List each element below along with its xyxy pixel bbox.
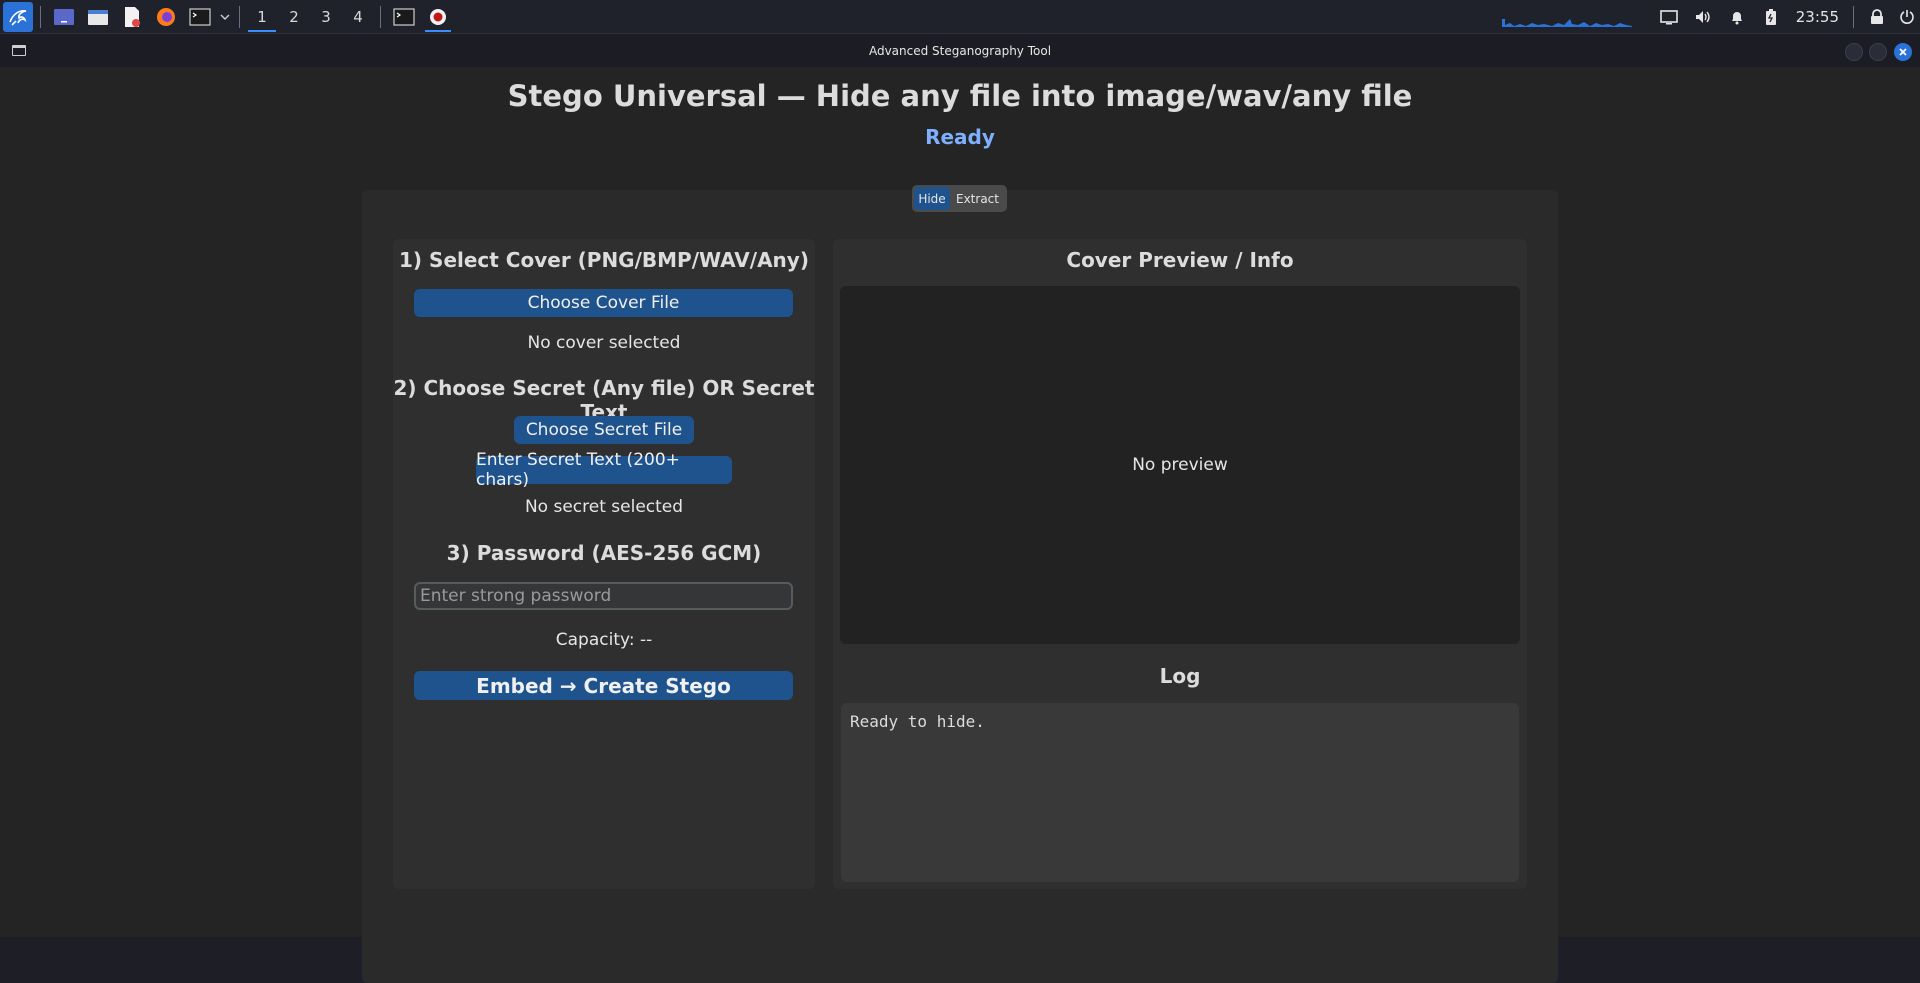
log-textbox[interactable]: Ready to hide.: [841, 703, 1519, 882]
terminal-icon[interactable]: [183, 0, 217, 34]
volume-icon[interactable]: [1686, 0, 1720, 34]
close-button[interactable]: [1894, 43, 1912, 61]
preview-placeholder: No preview: [1132, 455, 1228, 475]
secret-status: No secret selected: [524, 497, 684, 517]
logout-icon[interactable]: [1894, 0, 1920, 34]
notification-bell-icon[interactable]: [1720, 0, 1754, 34]
enter-secret-text-button[interactable]: Enter Secret Text (200+ chars): [476, 450, 732, 490]
maximize-button[interactable]: [1869, 43, 1887, 61]
file-manager-icon[interactable]: [81, 0, 115, 34]
status-label: Ready: [925, 125, 995, 149]
show-desktop-icon[interactable]: [47, 0, 81, 34]
task-terminal[interactable]: [387, 0, 421, 34]
app-menu-button[interactable]: [0, 0, 34, 34]
workspace-3[interactable]: 3: [310, 0, 342, 34]
kali-dragon-icon: [3, 1, 33, 32]
cover-preview-box: No preview: [840, 286, 1520, 644]
mode-segmented-control[interactable]: Hide Extract: [912, 185, 1007, 212]
display-icon[interactable]: [1652, 0, 1686, 34]
workspace-2[interactable]: 2: [278, 0, 310, 34]
cpu-graph: [1501, 7, 1632, 27]
taskbar: 1 2 3 4 23:55: [0, 0, 1920, 34]
chevron-down-icon[interactable]: [217, 0, 233, 34]
close-icon: [1899, 48, 1907, 56]
taskbar-separator: [40, 5, 41, 28]
window-title: Advanced Steganography Tool: [868, 44, 1052, 58]
lock-icon[interactable]: [1860, 0, 1894, 34]
embed-button[interactable]: Embed → Create Stego: [414, 671, 793, 700]
firefox-icon[interactable]: [149, 0, 183, 34]
window-titlebar[interactable]: Advanced Steganography Tool: [0, 35, 1920, 67]
minimize-button[interactable]: [1845, 43, 1863, 61]
tab-extract[interactable]: Extract: [950, 187, 1005, 210]
step1-heading: 1) Select Cover (PNG/BMP/WAV/Any): [399, 248, 809, 272]
task-steganography-tool[interactable]: [421, 0, 455, 34]
preview-heading: Cover Preview / Info: [1066, 248, 1294, 272]
tab-hide[interactable]: Hide: [914, 187, 950, 210]
taskbar-separator: [1853, 5, 1854, 28]
choose-secret-button[interactable]: Choose Secret File: [514, 416, 694, 444]
step3-heading: 3) Password (AES-256 GCM): [446, 541, 762, 565]
preview-log-panel: Cover Preview / Info No preview Log Read…: [833, 239, 1527, 889]
capacity-label: Capacity: --: [555, 630, 653, 650]
log-heading: Log: [1159, 664, 1201, 688]
terminal-icon: [393, 7, 415, 26]
hide-options-panel: 1) Select Cover (PNG/BMP/WAV/Any) Choose…: [393, 239, 815, 889]
choose-cover-button[interactable]: Choose Cover File: [414, 289, 793, 317]
battery-icon[interactable]: [1754, 0, 1788, 34]
app-window: Stego Universal — Hide any file into ima…: [0, 67, 1920, 983]
text-editor-icon[interactable]: [115, 0, 149, 34]
clock[interactable]: 23:55: [1788, 8, 1847, 26]
cover-status: No cover selected: [527, 333, 681, 353]
password-placeholder: Enter strong password: [420, 586, 612, 606]
workspace-4[interactable]: 4: [342, 0, 374, 34]
taskbar-separator: [239, 5, 240, 28]
taskbar-separator: [380, 5, 381, 28]
window-icon[interactable]: [12, 45, 26, 56]
workspace-1[interactable]: 1: [246, 0, 278, 34]
log-text: Ready to hide.: [850, 712, 985, 731]
password-field[interactable]: Enter strong password: [414, 582, 793, 610]
app-record-icon: [430, 8, 446, 25]
app-title: Stego Universal — Hide any file into ima…: [507, 79, 1413, 113]
